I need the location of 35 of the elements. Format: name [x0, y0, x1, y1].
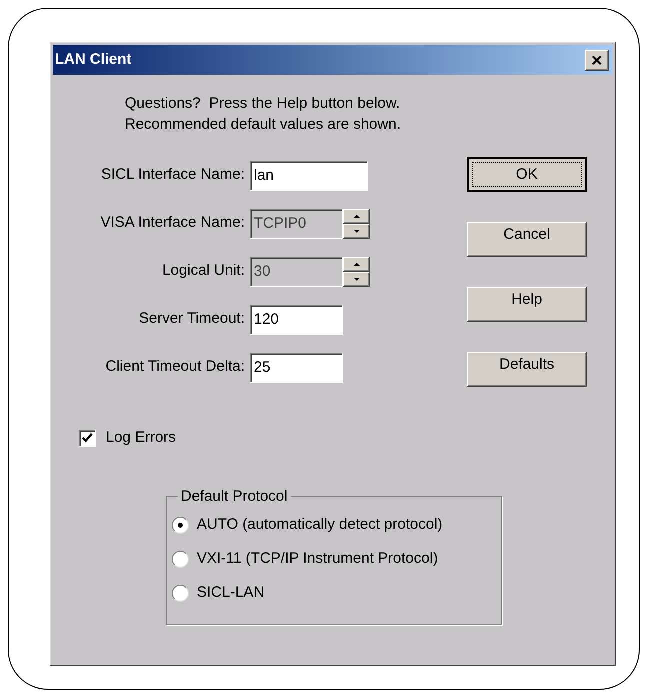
spin-down-button[interactable] [343, 224, 370, 238]
text-field[interactable]: 25 [250, 352, 343, 382]
spin-up-button[interactable] [343, 256, 370, 272]
close-icon [592, 56, 602, 64]
radio-option[interactable]: AUTO (automatically detect protocol) [172, 514, 443, 536]
radio-option[interactable]: SICL-LAN [172, 582, 265, 604]
text-field[interactable]: lan [250, 160, 368, 190]
checkmark-icon [82, 433, 93, 444]
intro-text: Recommended default values are shown. [125, 115, 402, 135]
checkbox[interactable] [79, 430, 96, 447]
up-arrow-icon [354, 262, 360, 266]
dialog-button[interactable]: Defaults [467, 352, 587, 387]
radio-button[interactable] [172, 584, 189, 602]
radio-button[interactable] [172, 516, 189, 534]
text-field[interactable]: 120 [250, 304, 343, 334]
spin-down-button[interactable] [343, 272, 370, 286]
field-label: VISA Interface Name: [100, 213, 246, 234]
radio-button[interactable] [172, 550, 189, 568]
window-title: LAN Client [55, 50, 132, 70]
dialog-button[interactable]: Help [467, 287, 587, 322]
up-arrow-icon [354, 214, 360, 218]
field-label: Server Timeout: [138, 309, 246, 330]
field-label: Logical Unit: [161, 261, 246, 282]
field-label: SICL Interface Name: [100, 165, 246, 186]
radio-option[interactable]: VXI-11 (TCP/IP Instrument Protocol) [172, 548, 438, 570]
close-button[interactable] [585, 50, 609, 70]
down-arrow-icon [354, 230, 360, 232]
down-arrow-icon [354, 278, 360, 280]
intro-text: Questions? Press the Help button below. [125, 94, 402, 114]
log-errors-checkbox[interactable]: Log Errors [79, 427, 176, 450]
group-title: Default Protocol [180, 486, 289, 506]
spin-up-button[interactable] [343, 208, 370, 224]
dialog-button[interactable]: Cancel [467, 222, 587, 257]
dialog-button[interactable]: OK [467, 157, 587, 192]
field-label: Client Timeout Delta: [104, 357, 246, 378]
